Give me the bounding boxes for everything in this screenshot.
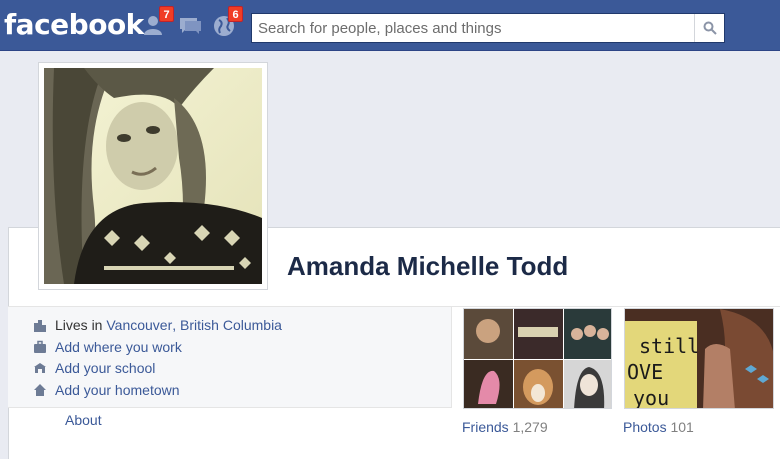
search-icon (703, 21, 717, 35)
photo-caption-line3: you (633, 386, 669, 409)
add-work-row[interactable]: Add where you work (33, 337, 182, 357)
profile-name[interactable]: Amanda Michelle Todd (287, 251, 568, 282)
photos-count: 101 (670, 419, 694, 435)
messages-button[interactable] (177, 12, 203, 38)
add-hometown-row[interactable]: Add your hometown (33, 380, 180, 400)
friends-count: 1,279 (512, 419, 548, 435)
profile-photo-image (44, 68, 262, 284)
add-hometown-link[interactable]: Add your hometown (55, 382, 180, 398)
facebook-logo[interactable]: facebook (4, 8, 144, 41)
friends-collage-image (464, 309, 611, 408)
photo-caption-line2: OVE (627, 360, 663, 384)
photos-preview-image: still OVE you (625, 309, 773, 409)
city-comma: , (172, 317, 181, 333)
photos-tile[interactable]: still OVE you (624, 308, 774, 409)
city-link[interactable]: Vancouver (106, 317, 172, 333)
add-school-row[interactable]: Add your school (33, 358, 155, 378)
lives-in-label: Lives in (55, 317, 107, 333)
friend-requests-badge: 7 (159, 6, 174, 22)
lives-in-row: Lives in Vancouver , British Columbia (33, 315, 282, 335)
profile-picture[interactable] (38, 62, 268, 290)
top-navigation-bar: facebook 7 6 (0, 0, 780, 51)
add-school-link[interactable]: Add your school (55, 360, 155, 376)
search-input[interactable] (252, 14, 694, 42)
messages-icon (180, 18, 201, 34)
about-link[interactable]: About (65, 412, 102, 428)
home-icon (33, 383, 47, 397)
friends-tile[interactable] (463, 308, 612, 409)
notifications-badge: 6 (228, 6, 243, 22)
search-box (251, 13, 725, 43)
school-icon (33, 361, 47, 375)
friends-label-text: Friends (462, 419, 509, 435)
friend-requests-button[interactable]: 7 (142, 6, 174, 38)
search-button[interactable] (694, 14, 724, 42)
photos-label[interactable]: Photos 101 (623, 419, 694, 435)
photo-caption-line1: still (639, 334, 699, 358)
friends-label[interactable]: Friends 1,279 (462, 419, 548, 435)
photos-label-text: Photos (623, 419, 667, 435)
notifications-button[interactable]: 6 (211, 6, 243, 38)
city-icon (33, 318, 47, 332)
briefcase-icon (33, 340, 47, 354)
province-link[interactable]: British Columbia (180, 317, 282, 333)
add-work-link[interactable]: Add where you work (55, 339, 182, 355)
